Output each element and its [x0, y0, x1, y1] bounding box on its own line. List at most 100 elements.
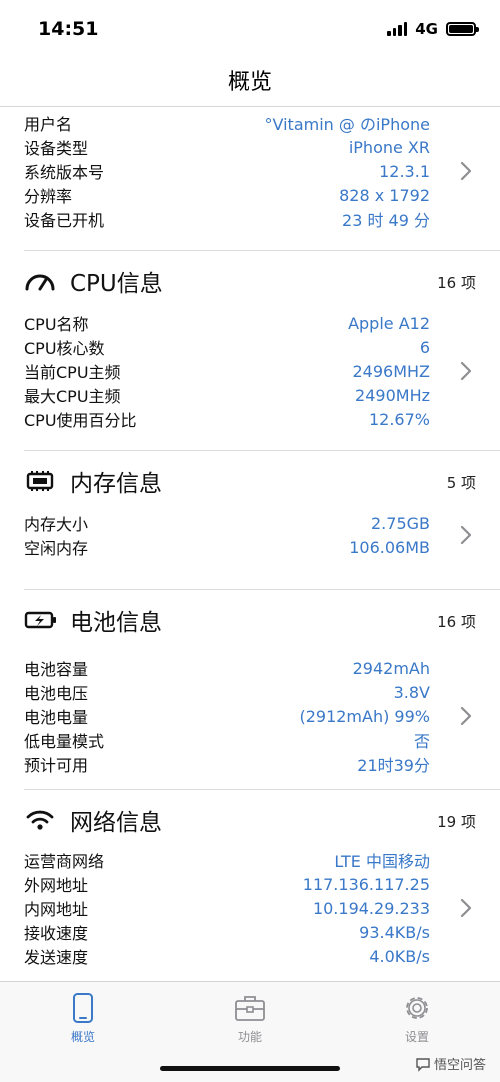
row-label: 系统版本号	[24, 163, 105, 182]
section-title: 内存信息	[70, 471, 162, 497]
battery-section[interactable]: 电池信息 16 项 电池容量 2942mAh 电池电压 3.8V 电池电量 (2912…	[0, 590, 500, 790]
list-item: CPU名称 Apple A12	[24, 311, 430, 335]
list-item: 外网地址 117.136.117.25	[24, 872, 430, 896]
item-count: 5 项	[446, 474, 476, 492]
row-label: CPU名称	[24, 315, 89, 334]
row-label: 设备类型	[24, 139, 89, 158]
chevron-right-icon[interactable]	[458, 159, 474, 183]
row-value: 否	[413, 732, 430, 751]
row-label: 内存大小	[24, 515, 89, 534]
list-item: 发送速度 4.0KB/s	[24, 944, 430, 968]
row-label: 预计可用	[24, 756, 89, 775]
row-label: 最大CPU主频	[24, 387, 121, 406]
watermark-text: 悟空问答	[433, 1058, 486, 1073]
section-title: 网络信息	[70, 810, 162, 836]
list-item: 当前CPU主频 2496MHZ	[24, 359, 430, 383]
row-label: 运营商网络	[24, 852, 105, 871]
tab-label: 设置	[404, 1030, 429, 1044]
chevron-right-icon[interactable]	[458, 523, 474, 547]
row-label: 内网地址	[24, 900, 89, 919]
gear-icon	[406, 997, 428, 1019]
section-header: 网络信息	[24, 805, 162, 836]
list-item: 电池容量 2942mAh	[24, 656, 430, 680]
page-title: 概览	[227, 70, 272, 95]
speedometer-icon	[24, 268, 58, 294]
row-label: 当前CPU主频	[24, 363, 121, 382]
list-item: 预计可用 21时39分	[24, 752, 430, 776]
row-value: 2496MHZ	[352, 361, 430, 381]
memory-section[interactable]: 内存信息 5 项 内存大小 2.75GB 空闲内存 106.06MB	[0, 451, 500, 589]
row-label: 电池电压	[24, 684, 89, 703]
section-title: CPU信息	[70, 271, 163, 297]
list-item: 电池电压 3.8V	[24, 680, 430, 704]
row-value: 12.67%	[368, 409, 430, 429]
row-value: iPhone XR	[348, 137, 430, 157]
tab-overview[interactable]: 概览	[43, 992, 123, 1045]
status-bar: 14:51 4G	[0, 0, 500, 58]
row-label: 外网地址	[24, 876, 89, 895]
device-section[interactable]: 用户名 °Vitamin @ のiPhone 设备类型 iPhone XR 系统版本…	[0, 107, 500, 250]
signal-icon	[387, 22, 408, 36]
row-value: °Vitamin @ のiPhone	[264, 115, 430, 134]
section-header: CPU信息	[24, 266, 163, 297]
row-value: 828 x 1792	[339, 185, 430, 205]
row-value: 2490MHz	[355, 385, 430, 405]
memory-chip-icon	[24, 468, 58, 494]
row-value: 4.0KB/s	[369, 946, 430, 966]
list-item: 运营商网络 LTE 中国移动	[24, 848, 430, 872]
home-indicator[interactable]	[160, 1066, 340, 1071]
cpu-section[interactable]: CPU信息 16 项 CPU名称 Apple A12 CPU核心数 6 当前CPU主…	[0, 251, 500, 451]
list-item: 设备类型 iPhone XR	[24, 135, 430, 159]
tab-label: 功能	[237, 1030, 262, 1044]
row-value: 23 时 49 分	[342, 211, 430, 230]
chevron-right-icon[interactable]	[458, 359, 474, 383]
tab-settings[interactable]: 设置	[377, 992, 457, 1045]
overview-list[interactable]: 用户名 °Vitamin @ のiPhone 设备类型 iPhone XR 系统版本…	[0, 107, 500, 981]
row-label: CPU核心数	[24, 339, 105, 358]
section-header: 电池信息	[24, 605, 162, 636]
row-label: 电池电量	[24, 708, 89, 727]
row-label: 电池容量	[24, 660, 89, 679]
toolbox-icon	[235, 996, 265, 1021]
row-value: 12.3.1	[379, 161, 430, 181]
status-indicators: 4G	[387, 20, 479, 38]
row-value: 117.136.117.25	[302, 874, 430, 894]
row-label: CPU使用百分比	[24, 411, 137, 430]
tab-features[interactable]: 功能	[210, 992, 290, 1045]
list-item: CPU核心数 6	[24, 335, 430, 359]
network-type: 4G	[415, 20, 438, 38]
item-count: 16 项	[437, 613, 476, 631]
list-item: 用户名 °Vitamin @ のiPhone	[24, 111, 430, 135]
list-item: 低电量模式 否	[24, 728, 430, 752]
tab-label: 概览	[70, 1030, 95, 1044]
row-label: 设备已开机	[24, 211, 105, 230]
item-count: 16 项	[437, 274, 476, 292]
row-value: 93.4KB/s	[359, 922, 430, 942]
row-label: 用户名	[24, 115, 73, 134]
row-value: LTE 中国移动	[334, 852, 430, 871]
chat-bubble-icon	[416, 1057, 430, 1072]
row-value: 3.8V	[393, 682, 430, 702]
row-label: 分辨率	[24, 187, 73, 206]
list-item: CPU使用百分比 12.67%	[24, 407, 430, 431]
row-label: 发送速度	[24, 948, 89, 967]
watermark: 悟空问答	[415, 1054, 486, 1073]
list-item: 分辨率 828 x 1792	[24, 183, 430, 207]
battery-charging-icon	[24, 607, 58, 633]
wifi-icon	[24, 807, 58, 833]
list-item: 设备已开机 23 时 49 分	[24, 207, 430, 231]
phone-icon	[73, 993, 93, 1023]
row-value: 21时39分	[357, 756, 430, 775]
section-title: 电池信息	[70, 610, 162, 636]
row-value: 10.194.29.233	[312, 898, 430, 918]
network-section[interactable]: 网络信息 19 项 运营商网络 LTE 中国移动 外网地址 117.136.117.…	[0, 790, 500, 981]
status-time: 14:51	[38, 18, 99, 40]
row-value: (2912mAh) 99%	[299, 706, 430, 726]
row-label: 低电量模式	[24, 732, 105, 751]
list-item: 系统版本号 12.3.1	[24, 159, 430, 183]
row-value: 106.06MB	[349, 537, 430, 557]
chevron-right-icon[interactable]	[458, 896, 474, 920]
chevron-right-icon[interactable]	[458, 704, 474, 728]
row-value: 2942mAh	[352, 658, 430, 678]
row-label: 接收速度	[24, 924, 89, 943]
